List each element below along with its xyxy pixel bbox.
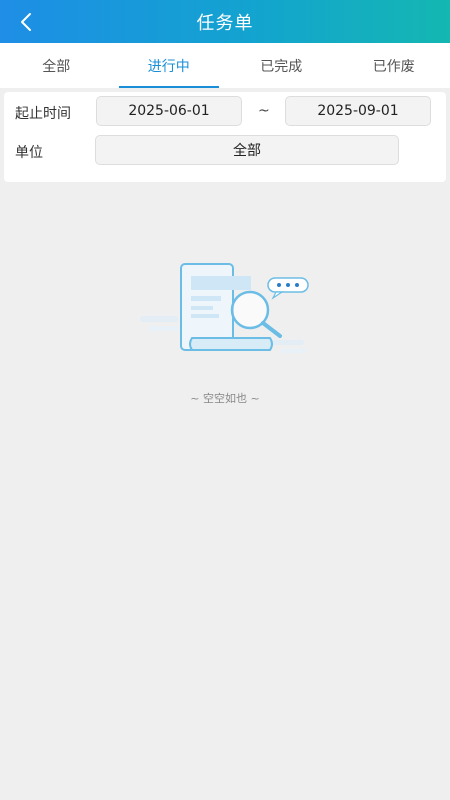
back-button[interactable] bbox=[10, 6, 42, 38]
tab-in-progress[interactable]: 进行中 bbox=[113, 43, 226, 88]
start-date-picker[interactable]: 2025-06-01 bbox=[96, 96, 242, 126]
date-range-label: 起止时间 bbox=[15, 106, 71, 122]
app-header: 任务单 bbox=[0, 0, 450, 43]
end-date-picker[interactable]: 2025-09-01 bbox=[285, 96, 431, 126]
unit-label: 单位 bbox=[15, 145, 43, 161]
unit-selector[interactable]: 全部 bbox=[95, 135, 399, 165]
document-search-icon bbox=[140, 263, 309, 353]
task-list-page: 任务单 全部 进行中 已完成 已作废 起止时间 2025-06-01 ~ 202… bbox=[0, 0, 450, 800]
tab-all[interactable]: 全部 bbox=[0, 43, 113, 88]
date-separator: ~ bbox=[258, 103, 270, 119]
status-tabs: 全部 进行中 已完成 已作废 bbox=[0, 43, 450, 88]
chevron-left-icon bbox=[21, 13, 31, 31]
filter-panel: 起止时间 2025-06-01 ~ 2025-09-01 单位 全部 bbox=[4, 92, 446, 182]
tab-voided[interactable]: 已作废 bbox=[338, 43, 450, 88]
tab-completed[interactable]: 已完成 bbox=[225, 43, 338, 88]
page-title: 任务单 bbox=[196, 12, 254, 34]
empty-state-text: ~ 空空如也 ~ bbox=[190, 392, 260, 405]
